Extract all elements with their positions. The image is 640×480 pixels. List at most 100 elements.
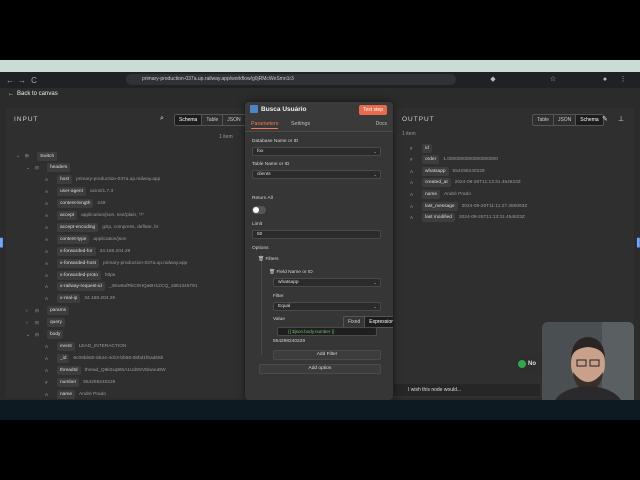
- add-filter-button[interactable]: Add Filter: [273, 350, 381, 360]
- field-key[interactable]: content-type: [57, 234, 90, 244]
- field-key[interactable]: x-forwarded-host: [57, 258, 99, 268]
- field-key[interactable]: Switch: [37, 151, 58, 161]
- input-schema-row[interactable]: Aaccept-encoding gzip, compress, deflate,…: [36, 222, 158, 232]
- field-key[interactable]: event: [57, 341, 75, 351]
- output-schema-row[interactable]: Acreated_at 2024-09-26T11:13:31.454823Z: [410, 178, 521, 188]
- output-schema-row[interactable]: # id: [410, 143, 436, 153]
- input-schema-row[interactable]: Acontent-type application/json: [36, 234, 126, 244]
- input-schema-row[interactable]: Acontent-length 249: [36, 199, 105, 209]
- bookmark-icon[interactable]: ☆: [548, 75, 558, 85]
- ask-ai-bar[interactable]: I wish this node would...: [394, 384, 540, 396]
- delete-filter-icon[interactable]: 🗑: [269, 270, 275, 275]
- value-expression-input[interactable]: {{ $json.body.number }}: [277, 327, 377, 336]
- input-view-table[interactable]: Table: [202, 115, 224, 125]
- forward-nav-icon[interactable]: →: [18, 76, 26, 85]
- return-all-toggle[interactable]: [252, 206, 266, 214]
- output-schema-row[interactable]: Alast modified 2024-09-26T11:13:31.454823…: [410, 213, 525, 223]
- input-schema-row[interactable]: ⌄ ⊟ body: [26, 330, 67, 340]
- field-key[interactable]: last modified: [422, 213, 455, 223]
- menu-icon[interactable]: ⋮: [618, 75, 628, 85]
- input-schema-row[interactable]: Ax-real-ip 34.168.204.29: [36, 294, 115, 304]
- tab-parameters[interactable]: Parameters: [251, 121, 279, 129]
- input-schema-row[interactable]: # number 554298240229: [36, 377, 115, 387]
- field-key[interactable]: x-forwarded-proto: [57, 270, 101, 280]
- output-schema-row[interactable]: # order 1.0000000000000000000: [410, 155, 498, 165]
- input-schema-row[interactable]: Ax-railway-request-id _3Ew9ufRkC9HQa6H12C…: [36, 282, 197, 292]
- output-schema-row[interactable]: Alast_message 2024-09-26T11:11:27.380093Z: [410, 201, 527, 211]
- field-key[interactable]: x-real-ip: [57, 294, 81, 304]
- chevron-icon[interactable]: ›: [26, 320, 31, 326]
- add-option-button[interactable]: Add option: [259, 364, 381, 374]
- input-schema-row[interactable]: Ax-forwarded-proto https: [36, 270, 115, 280]
- chevron-icon[interactable]: ⌄: [26, 332, 31, 338]
- back-nav-icon[interactable]: ←: [6, 76, 14, 85]
- field-key[interactable]: order: [422, 155, 440, 165]
- url-bar[interactable]: primary-production-037a.up.railway.app/w…: [126, 74, 456, 85]
- chevron-icon[interactable]: ›: [26, 308, 31, 314]
- field-key[interactable]: _id: [57, 353, 70, 363]
- filter-select[interactable]: Equal ⌄: [273, 302, 381, 311]
- output-schema-row[interactable]: Aname André Prado: [410, 189, 471, 199]
- field-key[interactable]: x-forwarded-for: [57, 246, 96, 256]
- left-resize-handle[interactable]: ▌: [0, 238, 6, 247]
- output-view-json[interactable]: JSON: [554, 115, 577, 125]
- input-schema-row[interactable]: Auser-agent axios/1.7.3: [36, 187, 113, 197]
- node-title[interactable]: Busca Usuário: [261, 106, 307, 113]
- docs-link[interactable]: Docs: [376, 121, 387, 127]
- field-key[interactable]: id: [422, 143, 432, 153]
- pin-icon[interactable]: ⊥: [618, 115, 624, 123]
- input-schema-row[interactable]: Aname André Prado: [36, 389, 106, 399]
- limit-input[interactable]: 50: [252, 230, 381, 239]
- field-key[interactable]: content-length: [57, 199, 94, 209]
- field-key[interactable]: name: [422, 189, 440, 199]
- input-schema-row[interactable]: › ⊟ query: [26, 318, 69, 328]
- output-schema-row[interactable]: Awhatsapp 554298240229: [410, 166, 485, 176]
- field-key[interactable]: whatsapp: [422, 166, 449, 176]
- field-key[interactable]: name: [57, 389, 75, 399]
- table-select[interactable]: clients ⌄: [252, 170, 381, 179]
- input-view-json[interactable]: JSON: [223, 115, 244, 125]
- input-schema-row[interactable]: Ahost primary-production-037a.up.railway.…: [36, 175, 160, 185]
- search-icon[interactable]: ⌕: [160, 115, 164, 123]
- field-key[interactable]: host: [57, 175, 73, 185]
- input-schema-row[interactable]: Ax-forwarded-host primary-production-037a…: [36, 258, 187, 268]
- field-key[interactable]: last_message: [422, 201, 458, 211]
- field-key[interactable]: threadId: [57, 365, 81, 375]
- fixed-mode[interactable]: Fixed: [344, 317, 366, 327]
- input-schema-row[interactable]: AthreadId thread_Q9k0xq9t6A1Ud9SVtbwuuBW: [36, 365, 166, 375]
- output-view-schema[interactable]: Schema: [576, 115, 603, 125]
- reload-icon[interactable]: C: [30, 76, 38, 85]
- field-name-select[interactable]: whatsapp ⌄: [273, 278, 381, 287]
- profile-icon[interactable]: ●: [600, 75, 610, 85]
- right-resize-handle[interactable]: ▐: [634, 238, 640, 247]
- field-key[interactable]: x-railway-request-id: [57, 282, 105, 292]
- field-key[interactable]: params: [47, 306, 69, 316]
- chevron-icon[interactable]: ⌄: [26, 165, 31, 171]
- input-schema-row[interactable]: Aevent LEAD_INTERACTION: [36, 341, 126, 351]
- field-key[interactable]: accept: [57, 211, 78, 220]
- input-schema-row[interactable]: ⌄ ⊞ Switch: [16, 151, 61, 161]
- back-to-canvas-button[interactable]: ← Back to canvas: [8, 91, 58, 97]
- chevron-icon[interactable]: ⌄: [16, 153, 21, 159]
- trash-icon[interactable]: 🗑: [258, 257, 264, 262]
- extension-icon[interactable]: ◆: [488, 75, 498, 85]
- database-select[interactable]: fox ⌄: [252, 147, 381, 156]
- input-schema-row[interactable]: A _id 6c09bb50-5b44-4cb3-bb68-08bd1f6ad65b: [36, 353, 163, 363]
- field-key[interactable]: headers: [47, 163, 71, 173]
- test-step-button[interactable]: Test step: [358, 105, 387, 115]
- input-schema-row[interactable]: › ⊟ params: [26, 306, 73, 316]
- input-view-schema[interactable]: Schema: [175, 115, 203, 125]
- input-schema-row[interactable]: Aaccept application/json, text/plain, */*: [36, 211, 144, 221]
- input-schema-row[interactable]: Ax-forwarded-for 34.168.204.29: [36, 246, 130, 256]
- field-key[interactable]: number: [57, 377, 80, 387]
- field-key[interactable]: created_at: [422, 178, 451, 188]
- edit-icon[interactable]: ✎: [602, 115, 608, 123]
- field-key[interactable]: body: [47, 330, 64, 339]
- input-schema-row[interactable]: ⌄ ⊟ headers: [26, 163, 74, 173]
- tab-settings[interactable]: Settings: [291, 121, 310, 127]
- expression-mode[interactable]: Expression: [365, 317, 393, 327]
- field-key[interactable]: user-agent: [57, 187, 86, 197]
- field-key[interactable]: query: [47, 318, 65, 328]
- field-key[interactable]: accept-encoding: [57, 222, 99, 232]
- output-view-table[interactable]: Table: [533, 115, 554, 125]
